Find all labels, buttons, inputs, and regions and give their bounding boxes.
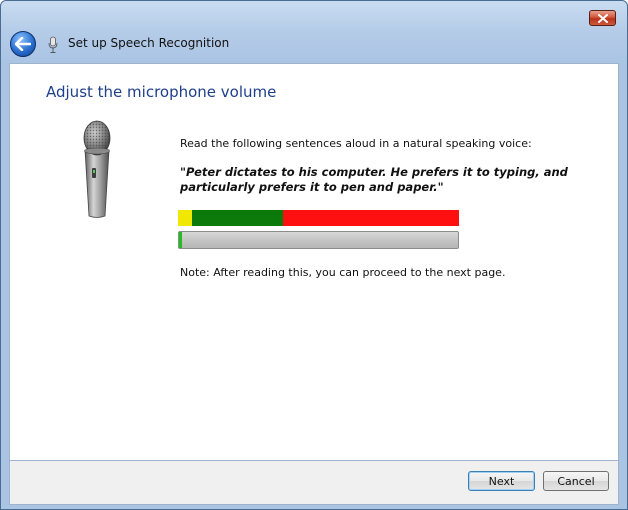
volume-level-meter [178, 210, 459, 226]
close-button[interactable] [589, 10, 616, 26]
meter-ok-segment [192, 210, 283, 226]
button-bar: Next Cancel [9, 461, 619, 505]
cancel-button[interactable]: Cancel [543, 471, 609, 491]
reading-progress-bar [178, 231, 459, 249]
speech-setup-window: Set up Speech Recognition Adjust the mic… [0, 0, 628, 510]
back-button[interactable] [10, 31, 36, 57]
instruction-text: Read the following sentences aloud in a … [180, 137, 532, 150]
meter-high-segment [283, 210, 459, 226]
next-button[interactable]: Next [468, 471, 535, 491]
window-title: Set up Speech Recognition [68, 36, 230, 50]
microphone-icon [48, 36, 58, 53]
practice-sentence: "Peter dictates to his computer. He pref… [180, 165, 568, 194]
content-panel: Adjust the microphone volume Read the fo… [9, 63, 619, 461]
meter-low-segment [178, 210, 192, 226]
progress-fill [179, 232, 182, 248]
note-text: Note: After reading this, you can procee… [180, 266, 506, 279]
back-arrow-icon [15, 37, 31, 51]
microphone-icon [83, 120, 111, 218]
close-icon [597, 13, 608, 23]
page-heading: Adjust the microphone volume [46, 83, 277, 101]
